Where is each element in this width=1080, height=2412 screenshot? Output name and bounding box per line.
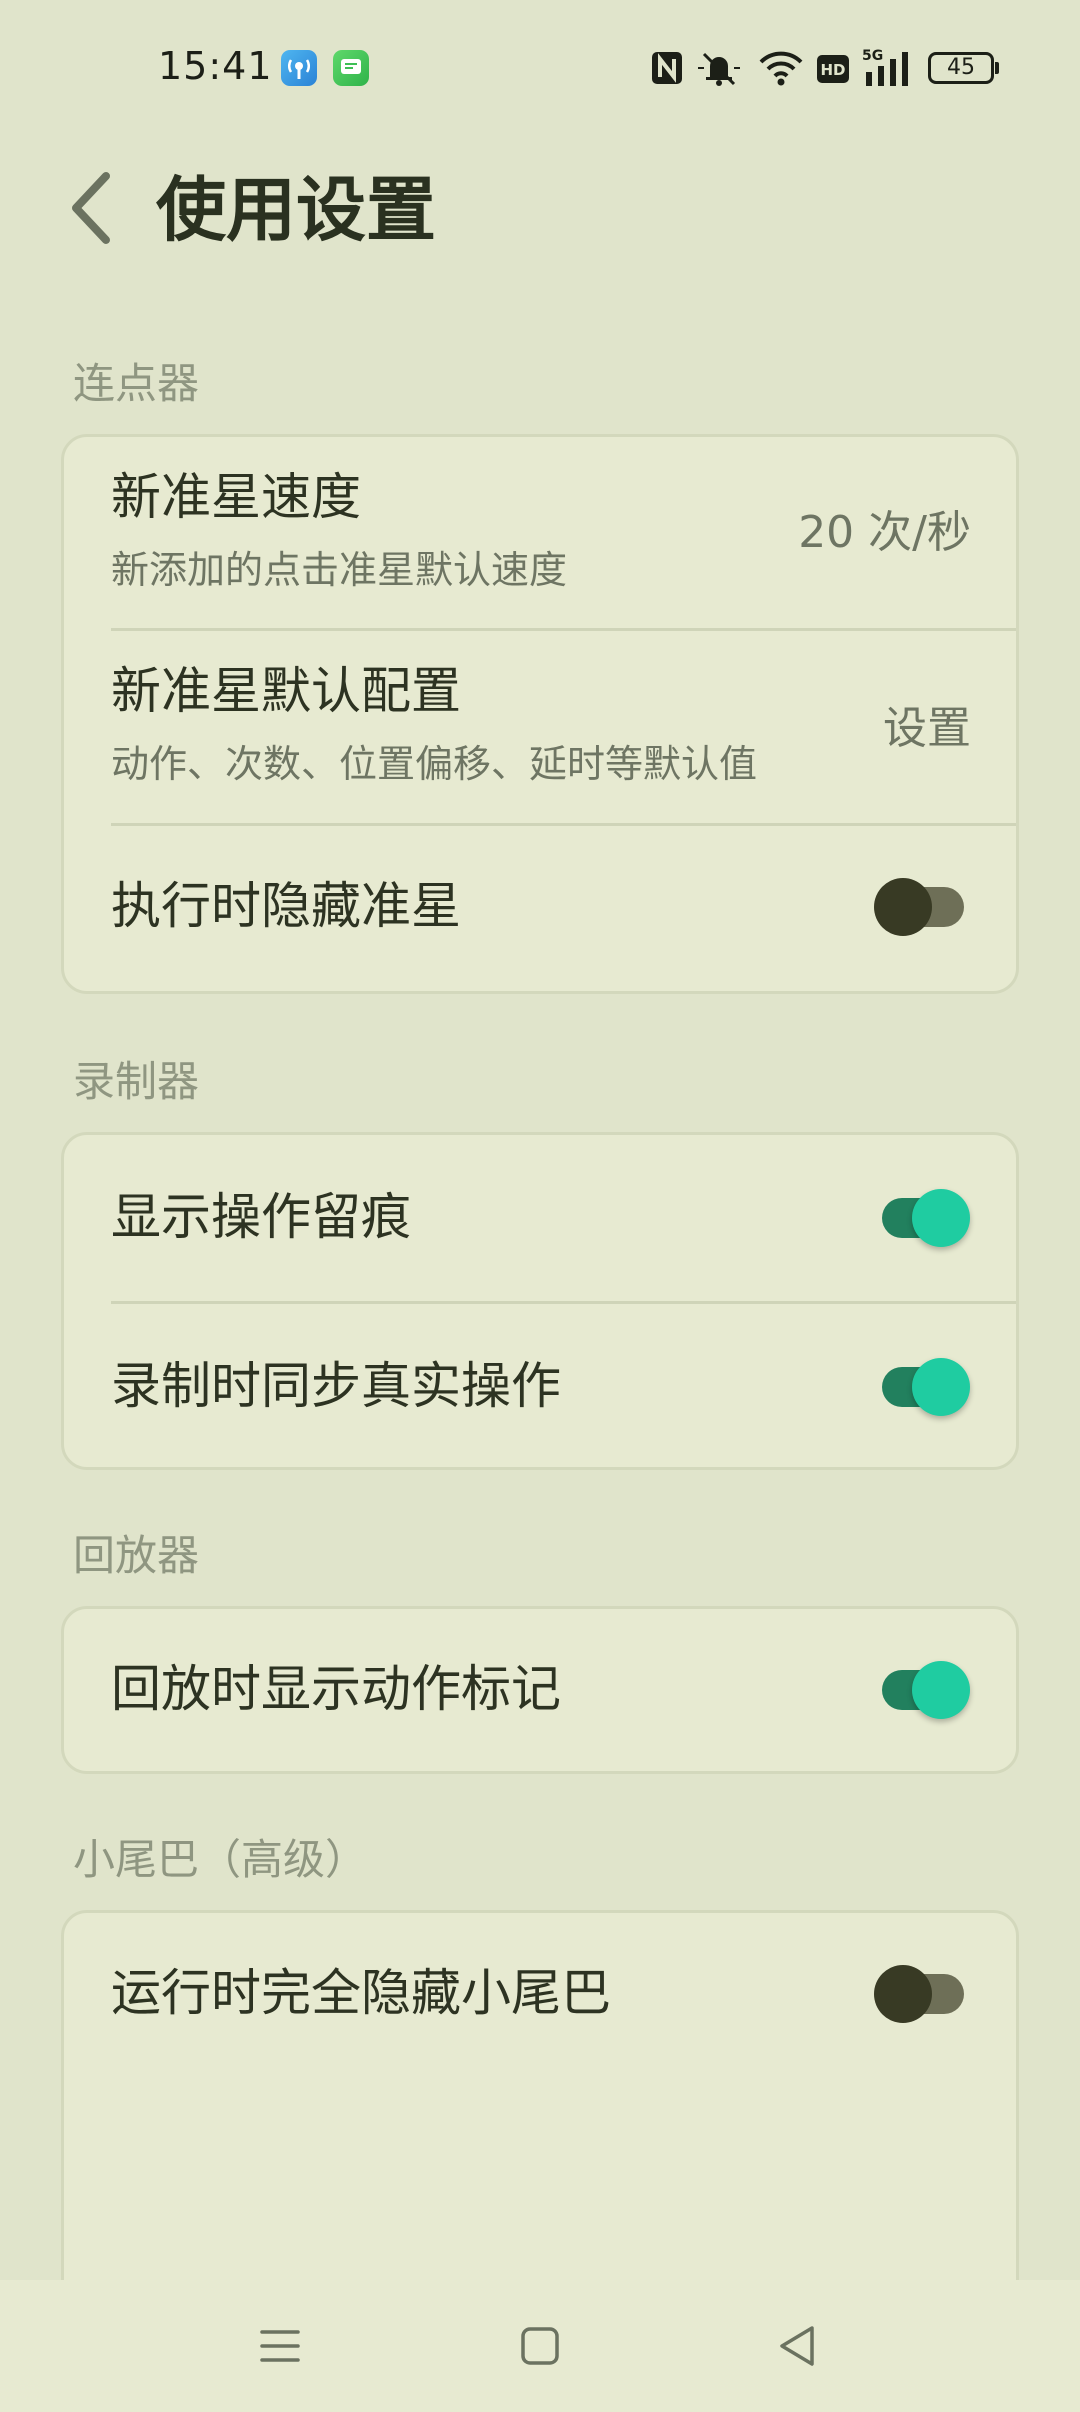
- battery-tip: [995, 62, 999, 74]
- back-arrow-icon[interactable]: [62, 168, 122, 248]
- hide-crosshair-toggle[interactable]: [874, 878, 970, 936]
- status-bar: 15:41 HD 5G 45: [0, 0, 1080, 140]
- section-title-tail: 小尾巴（高级）: [73, 1835, 368, 1884]
- section-title-clicker: 连点器: [73, 359, 200, 408]
- row-show-trace: 显示操作留痕: [64, 1135, 1016, 1301]
- card-recorder: 显示操作留痕 录制时同步真实操作: [61, 1132, 1019, 1470]
- status-time: 15:41: [158, 44, 273, 88]
- card-player: 回放时显示动作标记: [61, 1606, 1019, 1774]
- mute-icon: [698, 52, 740, 86]
- row-sync-real-operation: 录制时同步真实操作: [64, 1304, 1016, 1470]
- toggle-knob: [874, 878, 932, 936]
- row-new-crosshair-speed[interactable]: 新准星速度 新添加的点击准星默认速度 20 次/秒: [64, 437, 1016, 631]
- menu-icon[interactable]: [254, 2320, 306, 2372]
- wireless-app-icon: [281, 50, 317, 86]
- home-icon[interactable]: [514, 2320, 566, 2372]
- row-show-action-marker: 回放时显示动作标记: [64, 1609, 1016, 1773]
- row-title: 执行时隐藏准星: [111, 877, 461, 935]
- config-value: 设置: [883, 703, 971, 754]
- row-title: 显示操作留痕: [111, 1188, 411, 1246]
- row-hide-crosshair: 执行时隐藏准星: [64, 826, 1016, 994]
- section-title-recorder: 录制器: [73, 1057, 200, 1106]
- toggle-knob: [912, 1661, 970, 1719]
- hd-icon: HD: [817, 55, 849, 83]
- toggle-knob: [912, 1358, 970, 1416]
- navigation-bar: [0, 2280, 1080, 2412]
- signal-icon: 5G: [862, 48, 908, 86]
- message-app-icon: [333, 50, 369, 86]
- row-title: 新准星速度: [111, 468, 361, 526]
- speed-value: 20 次/秒: [798, 507, 971, 558]
- wifi-icon: [759, 51, 803, 86]
- section-title-player: 回放器: [73, 1531, 200, 1580]
- svg-text:HD: HD: [820, 61, 845, 79]
- battery-icon: 45: [928, 52, 994, 84]
- row-hide-tail: 运行时完全隐藏小尾巴: [64, 1913, 1016, 2077]
- toggle-knob: [912, 1189, 970, 1247]
- back-icon[interactable]: [772, 2320, 824, 2372]
- row-title: 录制时同步真实操作: [111, 1357, 561, 1415]
- row-title: 新准星默认配置: [111, 662, 461, 720]
- toggle-knob: [874, 1965, 932, 2023]
- sync-operation-toggle[interactable]: [874, 1358, 970, 1416]
- row-new-crosshair-default-config[interactable]: 新准星默认配置 动作、次数、位置偏移、延时等默认值 设置: [64, 631, 1016, 825]
- row-title: 运行时完全隐藏小尾巴: [111, 1964, 611, 2022]
- page-title: 使用设置: [156, 169, 436, 251]
- row-subtitle: 新添加的点击准星默认速度: [111, 548, 568, 592]
- svg-text:5G: 5G: [862, 48, 883, 64]
- nfc-icon: [652, 52, 682, 84]
- hide-tail-toggle[interactable]: [874, 1965, 970, 2023]
- show-trace-toggle[interactable]: [874, 1189, 970, 1247]
- action-marker-toggle[interactable]: [874, 1661, 970, 1719]
- row-title: 回放时显示动作标记: [111, 1660, 561, 1718]
- row-subtitle: 动作、次数、位置偏移、延时等默认值: [111, 742, 758, 786]
- card-clicker: 新准星速度 新添加的点击准星默认速度 20 次/秒 新准星默认配置 动作、次数、…: [61, 434, 1019, 994]
